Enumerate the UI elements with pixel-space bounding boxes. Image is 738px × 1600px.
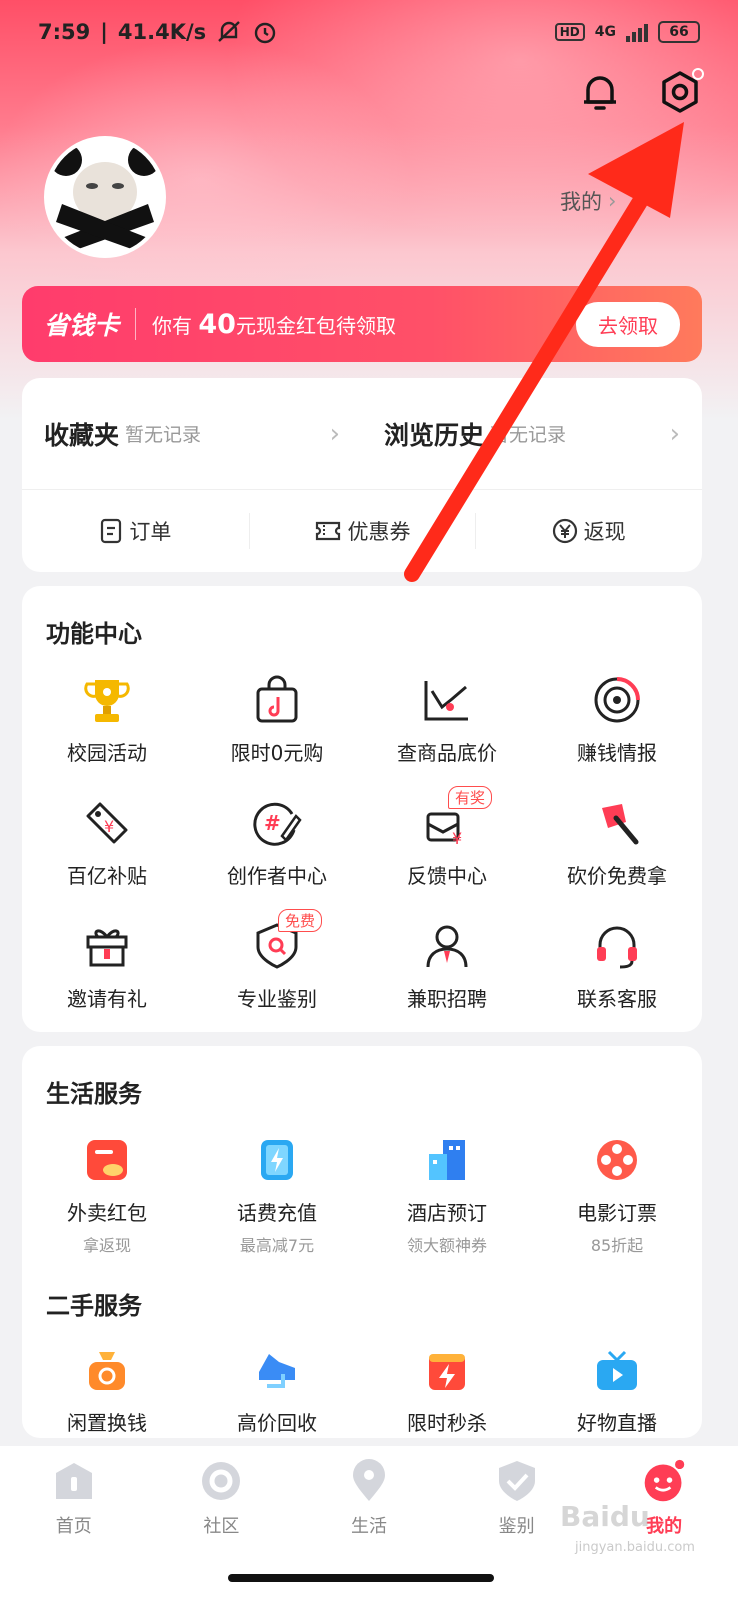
radar-icon (590, 673, 644, 727)
avatar[interactable] (44, 136, 166, 258)
community-icon (198, 1458, 244, 1504)
feedback-icon: ¥ 有奖 (420, 786, 493, 850)
battery-icon: 66 (658, 21, 700, 43)
services-panel: 生活服务 外卖红包 拿返现 话费充值 最高减7元 酒店预订 领大额神券 电影订票… (22, 1046, 702, 1438)
watermark: Baidu (560, 1500, 650, 1533)
tag-icon: ¥ (80, 796, 134, 850)
customer-service-item[interactable]: 联系客服 (532, 919, 702, 1012)
profile-icon (641, 1458, 687, 1504)
history-link[interactable]: 浏览历史 暂无记录 › (362, 416, 702, 452)
zero-yuan-buy-item[interactable]: 限时0元购 (192, 673, 362, 766)
phone-recharge-item[interactable]: 话费充值 最高减7元 (192, 1133, 362, 1256)
network-speed: 41.4K/s (117, 20, 207, 44)
film-reel-icon (590, 1133, 644, 1187)
person-icon (420, 919, 474, 973)
hotel-booking-item[interactable]: 酒店预订 领大额神券 (362, 1133, 532, 1256)
bell-icon[interactable] (576, 68, 624, 116)
quick-panel: 收藏夹 暂无记录 › 浏览历史 暂无记录 › 订单 优惠券 返现 (22, 378, 702, 572)
svg-text:#: # (264, 811, 281, 835)
claim-button[interactable]: 去领取 (576, 301, 680, 347)
save-money-card[interactable]: 省钱卡 你有 40元现金红包待领取 去领取 (22, 286, 702, 362)
feedback-center-item[interactable]: ¥ 有奖 反馈中心 (362, 786, 532, 889)
flash-sale-item[interactable]: 限时秒杀 (362, 1343, 532, 1436)
hotel-icon (420, 1133, 474, 1187)
function-center-panel: 功能中心 校园活动 限时0元购 查商品底价 赚钱情报 ¥ 百亿补贴 # 创作者中… (22, 586, 702, 1032)
campus-activity-item[interactable]: 校园活动 (22, 673, 192, 766)
chevron-right-icon: › (329, 418, 340, 449)
gift-icon (80, 919, 134, 973)
mute-bell-icon (218, 21, 240, 42)
part-time-jobs-item[interactable]: 兼职招聘 (362, 919, 532, 1012)
reward-badge: 有奖 (448, 786, 493, 809)
my-wallet-link[interactable]: 我的 › (560, 186, 616, 216)
status-bar: 7:59 | 41.4K/s HD 4G 66 (38, 14, 700, 50)
flash-sale-icon (420, 1343, 474, 1397)
shopping-bag-icon (250, 673, 304, 727)
verify-shield-icon (494, 1458, 540, 1504)
favorites-link[interactable]: 收藏夹 暂无记录 › (22, 416, 362, 452)
shield-search-icon: 免费 (250, 909, 323, 973)
life-services-title: 生活服务 (46, 1080, 142, 1108)
nav-home[interactable]: 首页 (0, 1446, 148, 1600)
coupons-link[interactable]: 优惠券 (248, 513, 476, 549)
takeout-coupon-item[interactable]: 外卖红包 拿返现 (22, 1133, 192, 1256)
hashtag-pen-icon: # (250, 796, 304, 850)
orders-link[interactable]: 订单 (22, 516, 249, 546)
earning-intel-item[interactable]: 赚钱情报 (532, 673, 702, 766)
free-badge: 免费 (278, 909, 323, 932)
takeout-icon (80, 1133, 134, 1187)
secondhand-grid: 闲置换钱 高价回收 限时秒杀 好物直播 (22, 1343, 702, 1436)
svg-text:¥: ¥ (452, 829, 462, 848)
signal-icon (626, 22, 648, 42)
life-services-grid: 外卖红包 拿返现 话费充值 最高减7元 酒店预订 领大额神券 电影订票 85折起 (22, 1133, 702, 1256)
svg-text:¥: ¥ (104, 817, 114, 836)
price-chart-icon (420, 673, 474, 727)
cashback-link[interactable]: 返现 (475, 513, 702, 549)
order-icon (101, 518, 122, 544)
headset-icon (590, 919, 644, 973)
chevron-right-icon: › (669, 418, 680, 449)
function-center-title: 功能中心 (46, 620, 142, 648)
location-icon (346, 1458, 392, 1504)
yen-icon (552, 518, 577, 544)
subsidy-item[interactable]: ¥ 百亿补贴 (22, 796, 192, 889)
coupon-icon (315, 521, 340, 541)
live-tv-icon (590, 1343, 644, 1397)
home-indicator (228, 1574, 494, 1582)
movie-ticket-item[interactable]: 电影订票 85折起 (532, 1133, 702, 1256)
function-grid: 校园活动 限时0元购 查商品底价 赚钱情报 ¥ 百亿补贴 # 创作者中心 ¥ 有… (22, 673, 702, 1012)
secondhand-title: 二手服务 (46, 1292, 142, 1320)
invite-gift-item[interactable]: 邀请有礼 (22, 919, 192, 1012)
sell-idle-item[interactable]: 闲置换钱 (22, 1343, 192, 1436)
phone-charge-icon (250, 1133, 304, 1187)
watermark-url: jingyan.baidu.com (575, 1540, 695, 1555)
hd-badge: HD (554, 23, 585, 41)
live-stream-item[interactable]: 好物直播 (532, 1343, 702, 1436)
money-bag-icon (80, 1343, 134, 1397)
settings-gear-icon[interactable] (656, 68, 704, 116)
bargain-item[interactable]: 砍价免费拿 (532, 796, 702, 889)
alarm-icon (254, 22, 276, 44)
chevron-right-icon: › (608, 189, 617, 213)
home-icon (51, 1458, 97, 1504)
save-card-title: 省钱卡 (44, 311, 120, 340)
trophy-icon (80, 673, 134, 727)
creator-center-item[interactable]: # 创作者中心 (192, 796, 362, 889)
pro-authentication-item[interactable]: 免费 专业鉴别 (192, 909, 362, 1012)
recycle-item[interactable]: 高价回收 (192, 1343, 362, 1436)
sneaker-icon (250, 1343, 304, 1397)
axe-icon (590, 796, 644, 850)
network-type: 4G (594, 24, 616, 40)
status-time: 7:59 (38, 20, 91, 44)
price-check-item[interactable]: 查商品底价 (362, 673, 532, 766)
save-card-amount: 40 (198, 308, 236, 340)
